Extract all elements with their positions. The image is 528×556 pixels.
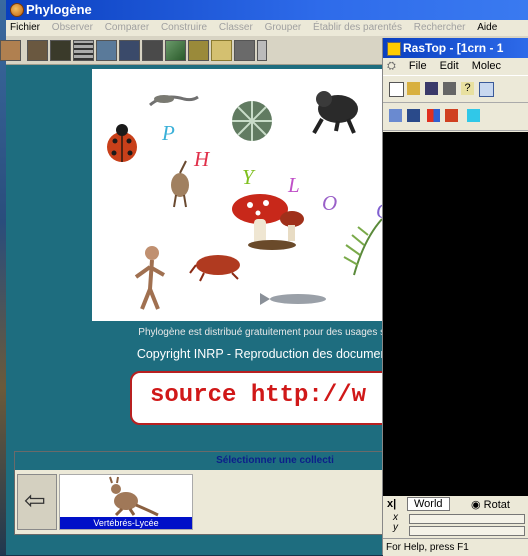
open-tool-icon[interactable] [211, 40, 232, 61]
open-file-icon[interactable] [407, 82, 420, 95]
previous-collection-button[interactable]: ⇦ [17, 474, 57, 530]
mushroom-illustration [232, 194, 304, 250]
rastop-app-icon [387, 42, 401, 56]
tree-tool-icon[interactable] [165, 40, 186, 61]
phylogene-menubar: Fichier Observer Comparer Construire Cla… [6, 20, 528, 36]
microscope-tool-icon[interactable] [50, 40, 71, 61]
background-color-icon[interactable] [467, 109, 480, 122]
menu-aide[interactable]: Aide [477, 22, 497, 33]
molecule-viewport[interactable] [383, 132, 528, 496]
sequence-tool-icon[interactable] [96, 40, 117, 61]
rastop-coordinate-panel: x| World ◉ Rotat x y z [383, 496, 528, 538]
collage-letter-p: P [162, 121, 175, 145]
menu-fichier[interactable]: Fichier [10, 22, 40, 33]
collection-card-label: Vertébrés-Lycée [60, 517, 192, 529]
rotate-radio[interactable]: ◉ Rotat [471, 498, 510, 511]
color-icon[interactable] [427, 109, 440, 122]
crab-illustration [189, 255, 240, 282]
collection-card-vertebres-lycee[interactable]: Vertébrés-Lycée [59, 474, 193, 530]
collage-letter-o: O [322, 191, 338, 215]
print-icon[interactable] [443, 82, 456, 95]
phylogene-titlebar[interactable]: Phylogène [6, 0, 528, 20]
lizard-illustration [149, 95, 199, 107]
close-panel-icon[interactable]: x| [387, 498, 396, 510]
bird-illustration [171, 160, 189, 208]
plant-illustration [232, 101, 272, 141]
rastop-menubar: ⛭ File Edit Molec [383, 58, 528, 74]
ladybug-illustration [107, 124, 137, 162]
atom-color-icon[interactable] [445, 109, 458, 122]
rotate-label: Rotat [483, 499, 510, 511]
status-text: For Help, press F1 [386, 542, 469, 553]
menu-classer[interactable]: Classer [219, 22, 253, 33]
rastop-window: RasTop - [1crn - 1 ⛭ File Edit Molec ? x… [382, 38, 528, 556]
phylogene-window-title: Phylogène [26, 2, 92, 17]
table-tool-icon[interactable] [119, 40, 140, 61]
human-illustration [134, 246, 165, 310]
menu-observer[interactable]: Observer [52, 22, 93, 33]
rastop-toolbar-1: ? [383, 75, 528, 103]
world-button[interactable]: World [407, 497, 450, 511]
species-collage-image: P H Y L O G [92, 69, 388, 321]
toolbar-overflow-icon[interactable] [257, 40, 267, 61]
rastop-menu-edit[interactable]: Edit [440, 60, 459, 72]
collage-letter-l: L [288, 173, 300, 197]
fern-illustration [343, 218, 383, 276]
left-arrow-icon: ⇦ [24, 485, 46, 515]
collage-letter-y: Y [242, 165, 254, 189]
help-icon[interactable]: ? [461, 82, 474, 95]
chart-icon[interactable] [389, 109, 402, 122]
source-link-text[interactable]: source http://w [150, 382, 366, 409]
save-tool-icon[interactable] [234, 40, 255, 61]
rastop-menu-molecule[interactable]: Molec [472, 60, 501, 72]
x-axis-slider[interactable] [409, 514, 525, 524]
rastop-doc-icon[interactable]: ⛭ [387, 60, 396, 72]
fish-illustration [260, 293, 326, 305]
collage-illustrations [107, 91, 383, 310]
menu-construire[interactable]: Construire [161, 22, 207, 33]
folder-tool-icon[interactable] [188, 40, 209, 61]
phylogene-app-icon [10, 3, 24, 17]
menu-etablir-parentes[interactable]: Établir des parentés [313, 22, 402, 33]
axis-y-label: y [393, 522, 398, 533]
kangaroo-icon [109, 476, 159, 517]
rastop-titlebar[interactable]: RasTop - [1crn - 1 [383, 38, 528, 58]
menu-comparer[interactable]: Comparer [105, 22, 149, 33]
menu-grouper[interactable]: Grouper [265, 22, 302, 33]
grid-view-icon[interactable] [479, 82, 494, 97]
rastop-statusbar: For Help, press F1 [383, 538, 528, 556]
collage-letter-h: H [194, 147, 210, 171]
display-icon[interactable] [407, 109, 420, 122]
rastop-menu-file[interactable]: File [409, 60, 427, 72]
organism-tool-icon[interactable] [0, 40, 21, 61]
menu-rechercher[interactable]: Rechercher [414, 22, 466, 33]
rastop-window-title: RasTop - [1crn - 1 [403, 41, 504, 55]
dissection-tool-icon[interactable] [27, 40, 48, 61]
matrix-tool-icon[interactable] [73, 40, 94, 61]
chimpanzee-illustration [312, 91, 358, 134]
y-axis-slider[interactable] [409, 526, 525, 536]
new-file-icon[interactable] [389, 82, 404, 97]
grid-tool-icon[interactable] [142, 40, 163, 61]
save-file-icon[interactable] [425, 82, 438, 95]
rastop-toolbar-2 [383, 102, 528, 131]
